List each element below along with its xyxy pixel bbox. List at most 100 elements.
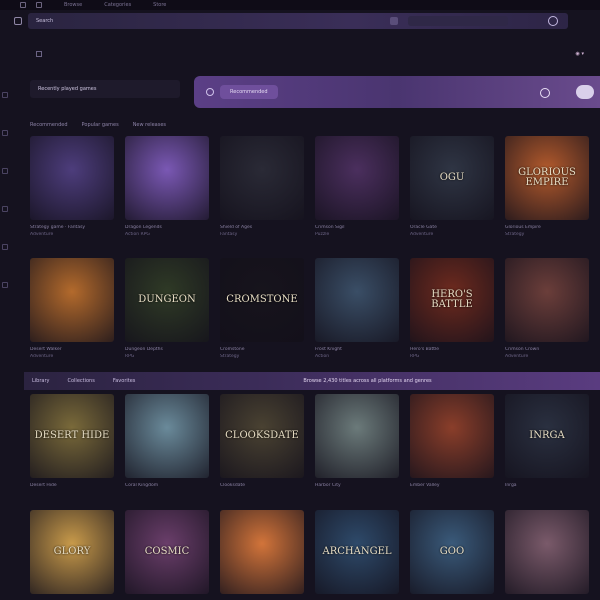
game-card[interactable]: DESERT HIDE Desert Hide (30, 394, 114, 488)
search-options[interactable] (408, 16, 508, 26)
game-title[interactable]: Crimson Sigil (315, 225, 399, 230)
game-card[interactable]: INRGA Inrga (505, 394, 589, 488)
tab-new[interactable]: New releases (133, 122, 166, 128)
game-cover[interactable]: GLORY (30, 510, 114, 594)
game-card[interactable]: GLORY (30, 510, 114, 594)
game-cover[interactable]: DESERT HIDE (30, 394, 114, 478)
search-input[interactable]: Search (28, 13, 568, 29)
game-card[interactable]: Frost Knight Action (315, 258, 399, 359)
game-card[interactable]: COSMIC (125, 510, 209, 594)
game-cover[interactable] (315, 136, 399, 220)
game-card[interactable]: Crimson Crown Adventure (505, 258, 589, 359)
game-card[interactable]: Ember Valley (410, 394, 494, 488)
game-card[interactable]: Crimson Sigil Puzzle (315, 136, 399, 237)
sidebar-store-icon[interactable] (2, 130, 8, 136)
sidebar-settings-icon[interactable] (2, 244, 8, 250)
game-title[interactable]: Cromstone (220, 347, 304, 352)
game-card[interactable]: DUNGEON Dungeon Depths RPG (125, 258, 209, 359)
game-cover[interactable] (220, 510, 304, 594)
game-cover[interactable]: CLOOKSDATE (220, 394, 304, 478)
game-title[interactable]: Oracle Gate (410, 225, 494, 230)
grid-icon[interactable] (36, 2, 42, 8)
menu-browse[interactable]: Browse (64, 2, 82, 8)
game-card[interactable]: Desert Walker Adventure (30, 258, 114, 359)
game-card[interactable]: Strategy game · Fantasy Adventure (30, 136, 114, 237)
game-card[interactable]: Shield of Ages Fantasy (220, 136, 304, 237)
game-title[interactable]: Shield of Ages (220, 225, 304, 230)
game-genre: Puzzle (315, 232, 330, 237)
filter-icon[interactable] (390, 17, 398, 25)
game-title[interactable]: Coral Kingdom (125, 483, 209, 488)
game-cover[interactable] (220, 136, 304, 220)
game-cover[interactable]: CROMSTONE (220, 258, 304, 342)
menu-categories[interactable]: Categories (104, 2, 131, 8)
game-title[interactable]: Ember Valley (410, 483, 494, 488)
game-cover[interactable]: GOO (410, 510, 494, 594)
game-card[interactable]: Dragon Legends Action RPG (125, 136, 209, 237)
game-cover[interactable] (505, 510, 589, 594)
game-cover[interactable] (125, 136, 209, 220)
game-title[interactable]: Harbor City (315, 483, 399, 488)
tab-library[interactable]: Library (32, 378, 49, 384)
library-bar[interactable]: Recently played games (30, 80, 180, 98)
game-card[interactable]: GLORIOUS EMPIRE Glorious Empire Strategy (505, 136, 589, 237)
sidebar-friends-icon[interactable] (2, 168, 8, 174)
game-card[interactable]: HERO'S BATTLE Hero's Battle RPG (410, 258, 494, 359)
game-cover[interactable] (30, 258, 114, 342)
tab-favorites[interactable]: Favorites (113, 378, 136, 384)
game-card[interactable]: ARCHANGEL (315, 510, 399, 594)
game-title[interactable]: Frost Knight (315, 347, 399, 352)
game-title[interactable]: Dungeon Depths (125, 347, 209, 352)
window-icon[interactable] (20, 2, 26, 8)
game-cover-title: INRGA (529, 429, 565, 441)
user-menu-icon[interactable]: ◉ ▾ (576, 51, 584, 57)
game-title[interactable]: Crimson Crown (505, 347, 589, 352)
game-card[interactable] (505, 510, 589, 594)
sidebar (0, 60, 10, 600)
game-title[interactable]: Glorious Empire (505, 225, 589, 230)
game-cover[interactable] (410, 394, 494, 478)
sidebar-profile-icon[interactable] (2, 282, 8, 288)
tab-recommended[interactable]: Recommended (30, 122, 68, 128)
game-card[interactable] (220, 510, 304, 594)
game-cover[interactable] (315, 394, 399, 478)
tab-collections[interactable]: Collections (67, 378, 94, 384)
game-cover[interactable] (125, 394, 209, 478)
toggle-switch[interactable] (576, 85, 594, 99)
game-cover[interactable]: INRGA (505, 394, 589, 478)
game-cover[interactable] (505, 258, 589, 342)
recommended-pill[interactable]: Recommended (220, 85, 278, 99)
game-card[interactable]: CROMSTONE Cromstone Strategy (220, 258, 304, 359)
game-genre: Action RPG (125, 232, 150, 237)
game-card[interactable]: OGU Oracle Gate Adventure (410, 136, 494, 237)
game-card[interactable]: Coral Kingdom (125, 394, 209, 488)
search-icon[interactable] (548, 16, 558, 26)
game-cover[interactable] (30, 136, 114, 220)
back-icon[interactable] (36, 51, 42, 57)
tab-popular[interactable]: Popular games (82, 122, 119, 128)
sidebar-library-icon[interactable] (2, 92, 8, 98)
game-cover-title: DESERT HIDE (34, 429, 110, 441)
game-cover[interactable]: DUNGEON (125, 258, 209, 342)
game-cover[interactable]: GLORIOUS EMPIRE (505, 136, 589, 220)
game-title[interactable]: Clooksdate (220, 483, 304, 488)
game-cover[interactable]: COSMIC (125, 510, 209, 594)
menu-store[interactable]: Store (153, 2, 166, 8)
game-card[interactable]: GOO (410, 510, 494, 594)
game-cover[interactable]: HERO'S BATTLE (410, 258, 494, 342)
game-cover[interactable] (315, 258, 399, 342)
game-cover[interactable]: ARCHANGEL (315, 510, 399, 594)
sidebar-downloads-icon[interactable] (2, 206, 8, 212)
notification-icon[interactable] (540, 88, 550, 98)
game-card[interactable]: CLOOKSDATE Clooksdate (220, 394, 304, 488)
home-icon[interactable] (14, 17, 22, 25)
game-title[interactable]: Desert Walker (30, 347, 114, 352)
game-card[interactable]: Harbor City (315, 394, 399, 488)
game-title[interactable]: Dragon Legends (125, 225, 209, 230)
game-title[interactable]: Inrga (505, 483, 589, 488)
game-title[interactable]: Strategy game · Fantasy (30, 225, 114, 230)
game-title[interactable]: Hero's Battle (410, 347, 494, 352)
game-title[interactable]: Desert Hide (30, 483, 114, 488)
promo-banner[interactable]: Recommended (194, 76, 600, 108)
game-cover[interactable]: OGU (410, 136, 494, 220)
